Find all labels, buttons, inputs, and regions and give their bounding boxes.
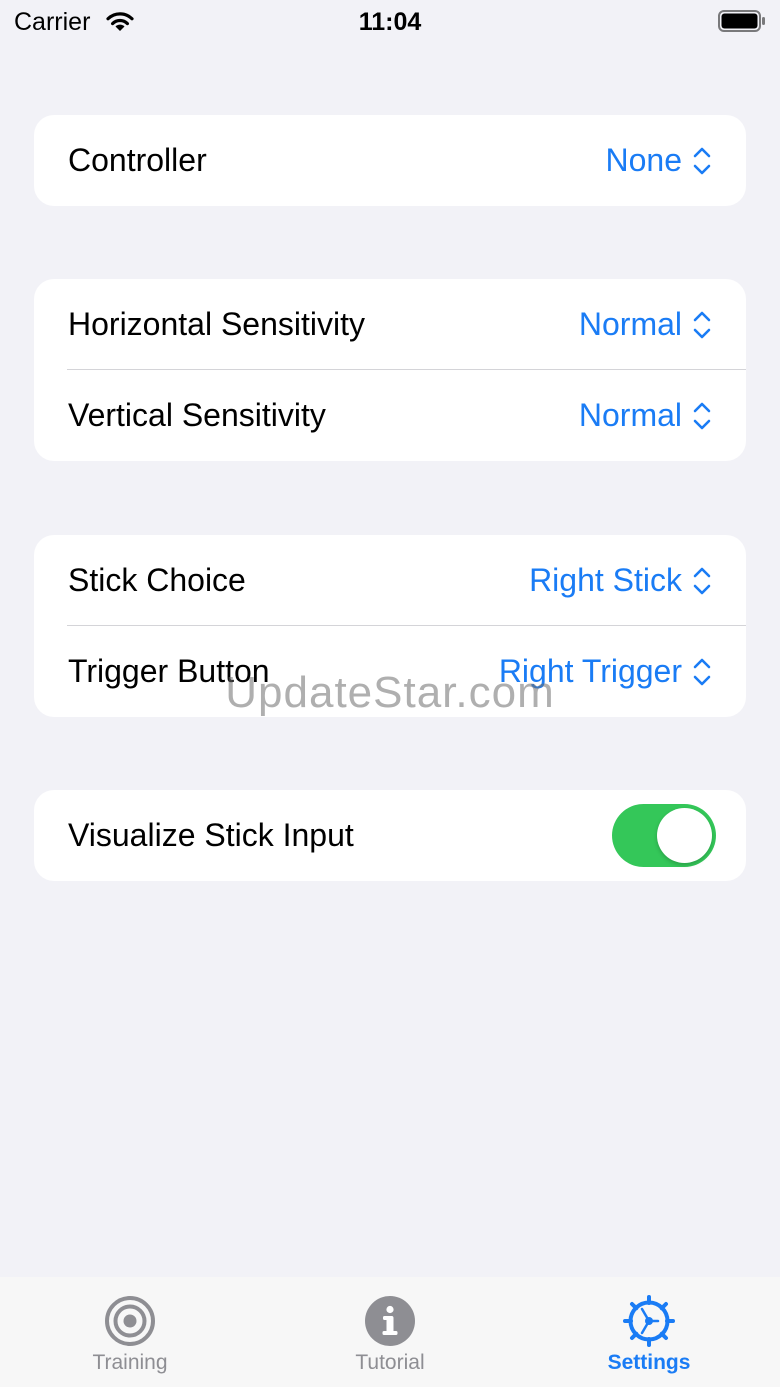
controller-group: Controller None xyxy=(34,115,746,206)
chevron-up-down-icon xyxy=(693,567,711,594)
gear-icon xyxy=(623,1295,675,1347)
trigger-button-value: Right Trigger xyxy=(498,653,682,689)
chevron-up-down-icon xyxy=(693,311,711,338)
tab-tutorial[interactable]: Tutorial xyxy=(290,1277,490,1387)
input-mapping-group: Stick Choice Right Stick Trigger Button … xyxy=(34,535,746,717)
horizontal-sensitivity-row[interactable]: Horizontal Sensitivity Normal xyxy=(34,279,746,370)
horizontal-sensitivity-picker[interactable]: Normal xyxy=(579,306,712,343)
trigger-button-row[interactable]: Trigger Button Right Trigger xyxy=(34,626,746,717)
vertical-sensitivity-value: Normal xyxy=(578,397,682,433)
tab-training-label: Training xyxy=(92,1351,168,1374)
vertical-sensitivity-picker[interactable]: Normal xyxy=(579,397,712,434)
tab-settings-label: Settings xyxy=(607,1351,691,1374)
info-icon xyxy=(365,1296,415,1346)
stick-choice-label: Stick Choice xyxy=(68,562,246,598)
stick-choice-value: Right Stick xyxy=(529,562,682,598)
clock: 11:04 xyxy=(358,8,422,36)
toggle-knob xyxy=(657,808,712,863)
trigger-button-label: Trigger Button xyxy=(68,653,270,689)
vertical-sensitivity-label: Vertical Sensitivity xyxy=(68,397,326,433)
status-bar: Carrier 11:04 xyxy=(0,0,780,44)
visualize-group: Visualize Stick Input xyxy=(34,790,746,881)
controller-picker[interactable]: None xyxy=(606,142,713,179)
visualize-stick-input-row: Visualize Stick Input xyxy=(34,790,746,881)
horizontal-sensitivity-label: Horizontal Sensitivity xyxy=(68,306,365,342)
trigger-button-picker[interactable]: Right Trigger xyxy=(499,653,712,690)
tab-tutorial-label: Tutorial xyxy=(355,1351,425,1374)
stick-choice-picker[interactable]: Right Stick xyxy=(529,562,712,599)
vertical-sensitivity-row[interactable]: Vertical Sensitivity Normal xyxy=(34,370,746,461)
horizontal-sensitivity-value: Normal xyxy=(578,306,682,342)
controller-row[interactable]: Controller None xyxy=(34,115,746,206)
controller-value: None xyxy=(605,142,683,178)
battery-icon xyxy=(718,10,765,32)
tab-bar: Training Tutorial Settings xyxy=(0,1277,780,1387)
target-icon xyxy=(105,1296,155,1346)
stick-choice-row[interactable]: Stick Choice Right Stick xyxy=(34,535,746,626)
chevron-up-down-icon xyxy=(693,658,711,685)
controller-label: Controller xyxy=(68,142,207,178)
tab-settings[interactable]: Settings xyxy=(549,1277,749,1387)
tab-training[interactable]: Training xyxy=(30,1277,230,1387)
visualize-stick-input-toggle[interactable] xyxy=(612,804,716,867)
chevron-up-down-icon xyxy=(693,402,711,429)
chevron-up-down-icon xyxy=(693,147,711,174)
sensitivity-group: Horizontal Sensitivity Normal Vertical S… xyxy=(34,279,746,461)
visualize-stick-input-label: Visualize Stick Input xyxy=(68,817,354,853)
